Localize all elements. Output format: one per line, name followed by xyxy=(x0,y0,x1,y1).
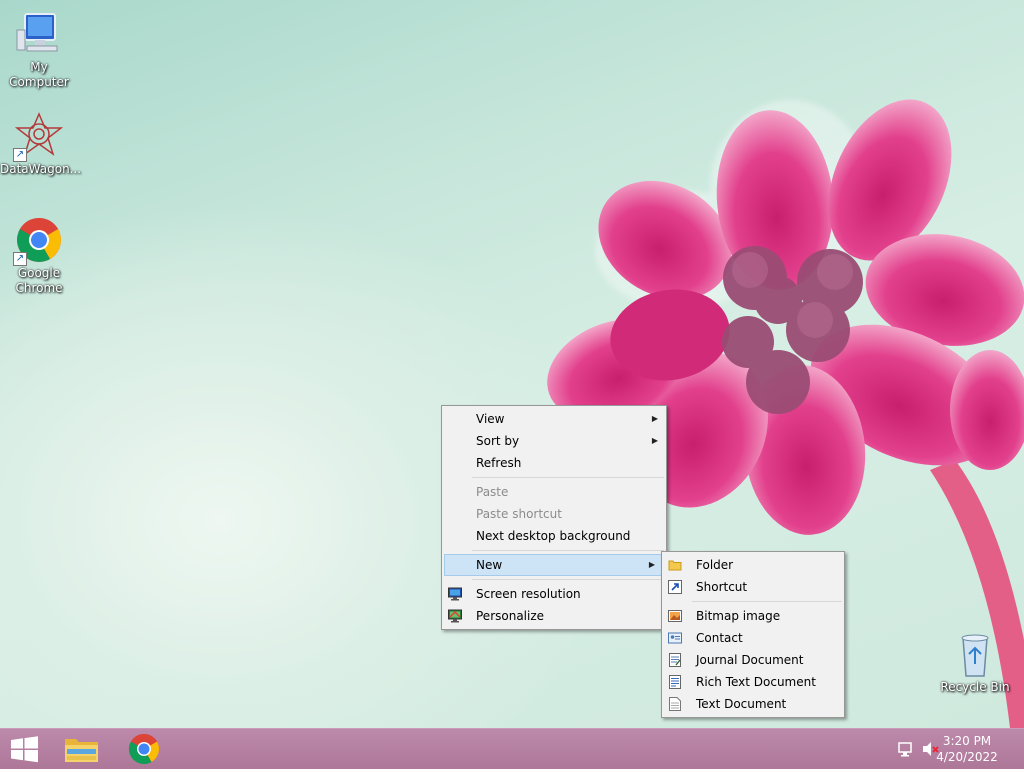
menu-item-screen-resolution[interactable]: Screen resolution xyxy=(442,583,666,605)
submenu-item-folder[interactable]: Folder xyxy=(662,554,844,576)
network-icon[interactable] xyxy=(896,729,916,769)
recycle-bin-icon xyxy=(951,630,999,678)
menu-separator xyxy=(472,579,664,580)
menu-item-refresh[interactable]: Refresh xyxy=(442,452,666,474)
folder-icon xyxy=(668,560,682,571)
menu-separator xyxy=(472,550,664,551)
desktop-icon-label: Google Chrome xyxy=(15,266,63,295)
submenu-item-journal-document[interactable]: Journal Document xyxy=(662,649,844,671)
windows-logo-icon xyxy=(11,736,38,763)
menu-item-sort-by[interactable]: Sort by ▶ xyxy=(442,430,666,452)
submenu-item-rich-text-document[interactable]: Rich Text Document xyxy=(662,671,844,693)
file-explorer-icon xyxy=(65,739,98,762)
taskbar: 3:20 PM 4/20/2022 xyxy=(0,728,1024,769)
personalize-icon xyxy=(448,609,462,623)
desktop-context-menu: View ▶ Sort by ▶ Refresh Paste Paste sho… xyxy=(441,405,667,630)
menu-separator xyxy=(692,601,842,602)
desktop-icon-label: DataWagon... xyxy=(0,162,82,176)
datawagon-icon: ↗ xyxy=(13,112,64,162)
desktop-icon-my-computer[interactable]: My Computer xyxy=(0,10,78,90)
start-button[interactable] xyxy=(0,729,56,769)
text-document-icon xyxy=(669,697,681,711)
desktop-icon-recycle-bin[interactable]: Recycle Bin xyxy=(936,630,1014,695)
rich-text-document-icon xyxy=(669,675,681,689)
submenu-arrow-icon: ▶ xyxy=(651,414,658,423)
menu-item-personalize[interactable]: Personalize xyxy=(442,605,666,627)
menu-item-new[interactable]: New ▶ xyxy=(444,554,664,576)
taskbar-file-explorer[interactable] xyxy=(54,729,110,769)
bitmap-image-icon xyxy=(668,610,682,622)
submenu-item-text-document[interactable]: Text Document xyxy=(662,693,844,715)
menu-item-paste-shortcut: Paste shortcut xyxy=(476,507,562,521)
contact-icon xyxy=(668,632,682,644)
taskbar-chrome[interactable] xyxy=(116,729,172,769)
clock-time: 3:20 PM xyxy=(942,734,992,748)
desktop-icon-google-chrome[interactable]: ↗ Google Chrome xyxy=(0,216,78,296)
shortcut-arrow-icon: ↗ xyxy=(13,252,27,266)
submenu-arrow-icon: ▶ xyxy=(651,436,658,445)
taskbar-clock[interactable]: 3:20 PM 4/20/2022 xyxy=(932,733,1002,765)
submenu-item-bitmap-image[interactable]: Bitmap image xyxy=(662,605,844,627)
journal-document-icon xyxy=(669,653,681,667)
desktop-icon-datawagon[interactable]: ↗ DataWagon... xyxy=(0,112,82,177)
menu-separator xyxy=(472,477,664,478)
new-submenu: Folder Shortcut Bitmap image Contact Jou… xyxy=(661,551,845,718)
chrome-icon xyxy=(128,733,160,765)
submenu-item-contact[interactable]: Contact xyxy=(662,627,844,649)
menu-item-next-desktop-background[interactable]: Next desktop background xyxy=(442,525,666,547)
menu-item-view[interactable]: View ▶ xyxy=(442,408,666,430)
desktop-icon-label: Recycle Bin xyxy=(940,680,1010,694)
shortcut-icon xyxy=(668,580,682,594)
screen-resolution-icon xyxy=(448,587,462,601)
desktop-icon-label: My Computer xyxy=(9,60,69,89)
desktop[interactable]: My Computer ↗ DataWagon... ↗ Google Chro… xyxy=(0,0,1024,728)
menu-item-paste: Paste xyxy=(476,485,509,499)
submenu-item-shortcut[interactable]: Shortcut xyxy=(662,576,844,598)
computer-icon xyxy=(15,10,63,58)
chrome-icon: ↗ xyxy=(13,216,63,266)
clock-date: 4/20/2022 xyxy=(936,750,998,764)
shortcut-arrow-icon: ↗ xyxy=(13,148,27,162)
submenu-arrow-icon: ▶ xyxy=(648,560,655,569)
